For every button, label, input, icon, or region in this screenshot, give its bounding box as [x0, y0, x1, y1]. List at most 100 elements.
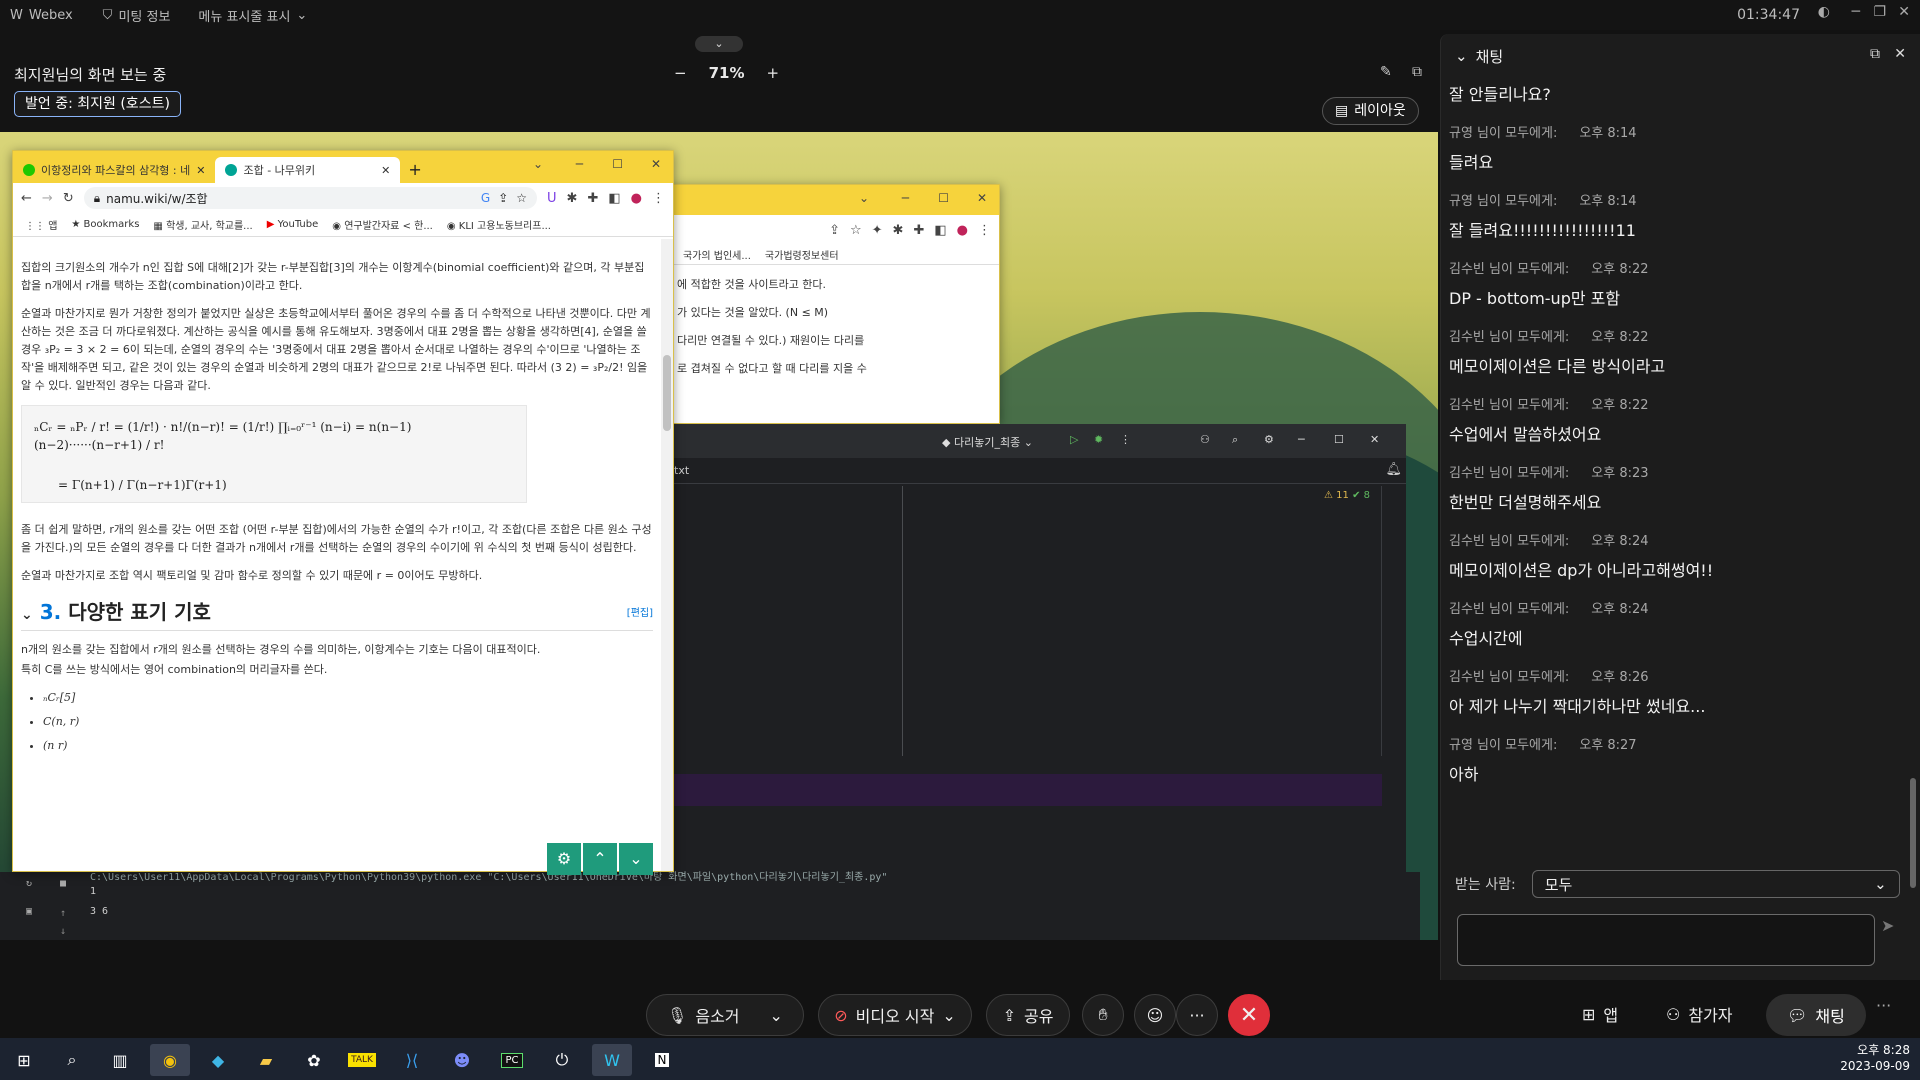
bookmark-item[interactable]: ▶ YouTube [267, 219, 319, 230]
star-icon[interactable]: ☆ [516, 191, 527, 205]
menu-icon[interactable]: ⋮ [978, 223, 991, 238]
popout-icon[interactable]: ⧉ [1870, 46, 1880, 62]
participants-button[interactable]: ⚇ 참가자 [1666, 1002, 1733, 1026]
extension-icon[interactable]: ✱ [893, 223, 904, 238]
minimize-icon[interactable]: ─ [1298, 433, 1305, 446]
add-user-icon[interactable]: ⚇ [1200, 433, 1210, 446]
settings-icon[interactable]: ⚙ [1264, 433, 1274, 446]
extension-icon[interactable]: ✦ [872, 223, 883, 238]
close-icon[interactable]: ✕ [1894, 46, 1906, 62]
scroll-top-icon[interactable]: ⌃ [583, 843, 617, 875]
scrollbar-thumb[interactable] [1910, 778, 1916, 888]
scrollbar-thumb[interactable] [663, 355, 671, 431]
browser-window-front[interactable]: 이항정리와 파스칼의 삼각형 : 네 ✕ 조합 - 나무위키 ✕ + ⌄ ─ ☐… [12, 150, 674, 875]
minimize-icon[interactable]: ─ [1852, 4, 1860, 20]
extension-icon[interactable]: U [547, 191, 557, 206]
reload-icon[interactable]: ↻ [63, 191, 74, 206]
share-icon[interactable]: ⇪ [498, 191, 508, 205]
more-icon[interactable]: ⋮ [1120, 433, 1131, 446]
split-divider[interactable] [902, 486, 903, 756]
pycharm-window[interactable]: ◆ 다리놓기_최종 ⌄ ▷ ✹ ⋮ ⚇ ⌕ ⚙ ─ ☐ ✕ txt ⚠ 11 ✔… [670, 424, 1406, 940]
chat-input[interactable] [1457, 914, 1875, 966]
overflow-icon[interactable]: ··· [1876, 996, 1891, 1015]
restore-icon[interactable]: ❐ [1873, 4, 1886, 20]
close-icon[interactable]: ✕ [651, 157, 661, 171]
close-icon[interactable]: ✕ [1898, 4, 1910, 20]
maximize-icon[interactable]: ☐ [1334, 433, 1344, 446]
search-icon[interactable]: ⌕ [52, 1044, 92, 1076]
minimize-icon[interactable]: ─ [576, 157, 583, 171]
bookmark-item[interactable]: ◉ 연구발간자료 < 한... [332, 217, 433, 232]
maximize-icon[interactable]: ☐ [612, 157, 623, 171]
menu-icon[interactable]: ⋮ [652, 191, 665, 206]
close-icon[interactable]: ✕ [977, 191, 987, 205]
paint-icon[interactable]: ✿ [294, 1044, 334, 1076]
sidepanel-icon[interactable]: ◧ [934, 223, 946, 238]
debug-icon[interactable]: ✹ [1094, 433, 1103, 446]
chevron-down-icon[interactable]: ⌄ [942, 1006, 955, 1025]
apps-button[interactable]: ⊞ 앱 [1582, 1002, 1618, 1026]
chevron-down-icon[interactable]: ⌄ [21, 607, 33, 623]
reactions-button[interactable]: ☺ [1134, 994, 1176, 1036]
code-editor[interactable] [670, 486, 1382, 756]
pycharm-icon[interactable]: PC [492, 1044, 532, 1076]
puzzle-icon[interactable]: ✚ [913, 223, 924, 238]
bird-app-icon[interactable]: ◆ [198, 1044, 238, 1076]
chrome-icon[interactable]: ◉ [150, 1044, 190, 1076]
forward-icon[interactable]: → [42, 191, 53, 206]
bookmark-item[interactable]: ◉ KLI 고용노동브리프... [447, 217, 551, 232]
sidepanel-icon[interactable]: ◧ [608, 191, 620, 206]
puzzle-icon[interactable]: ✚ [587, 191, 598, 206]
mute-button[interactable]: 🎙︎ 음소거 ⌄ [646, 994, 804, 1036]
meeting-info-button[interactable]: ⛉ 미팅 정보 [103, 6, 171, 25]
bookmark-item[interactable]: ★ Bookmarks [71, 219, 139, 230]
discord-icon[interactable]: ☻ [442, 1044, 482, 1076]
minimize-icon[interactable]: ─ [902, 191, 909, 205]
recipient-select[interactable]: 모두 ⌄ [1531, 870, 1900, 898]
stop-icon[interactable]: ■ [60, 878, 66, 889]
google-icon[interactable]: G [481, 191, 490, 205]
windows-start-icon[interactable]: ⊞ [4, 1044, 44, 1076]
chat-button[interactable]: 💬︎ 채팅 [1766, 994, 1866, 1036]
collapse-toolbar-button[interactable]: ⌄ [695, 36, 743, 52]
kakaotalk-icon[interactable]: TALK [342, 1044, 382, 1076]
close-icon[interactable]: ✕ [1370, 433, 1379, 446]
vscode-icon[interactable]: ⟩⟨ [392, 1044, 432, 1076]
layout-button[interactable]: ▤ 레이아웃 [1322, 97, 1419, 125]
power-app-icon[interactable]: ⏻ [542, 1044, 582, 1076]
send-icon[interactable]: ➤ [1881, 916, 1894, 935]
inspection-widget[interactable]: ⚠ 11 ✔ 8 [1324, 490, 1370, 501]
bookmark-item[interactable]: ⋮⋮ 앱 [25, 217, 57, 232]
chevron-down-icon[interactable]: ⌄ [533, 157, 543, 171]
maximize-icon[interactable]: ☐ [938, 191, 949, 205]
profile-avatar[interactable]: ● [631, 191, 642, 206]
system-tray-clock[interactable]: 오후 8:28 2023-09-09 [1840, 1042, 1910, 1074]
chevron-down-icon[interactable]: ⌄ [1455, 47, 1468, 65]
bookmark-item[interactable]: ▦ 학생, 교사, 학교를... [153, 217, 252, 232]
close-tab-icon[interactable]: ✕ [196, 164, 205, 177]
extension-icon[interactable]: ✱ [567, 191, 578, 206]
new-tab-button[interactable]: + [408, 160, 421, 179]
chevron-down-icon[interactable]: ⌄ [859, 191, 869, 205]
scroll-bottom-icon[interactable]: ⌄ [619, 843, 653, 875]
close-tab-icon[interactable]: ✕ [381, 164, 390, 177]
notification-bell-icon[interactable]: 🔔︎ [1385, 462, 1402, 477]
zoom-out-button[interactable]: − [674, 64, 687, 82]
profile-avatar[interactable]: ● [957, 223, 968, 238]
more-options-button[interactable]: ··· [1176, 994, 1218, 1036]
scroll-up-icon[interactable]: ↑ [60, 908, 66, 919]
edit-link[interactable]: [편집] [627, 605, 653, 623]
terminal-icon[interactable]: ▣ [26, 906, 32, 917]
bookmark-item[interactable]: 국가법령정보센터 [765, 247, 839, 262]
back-icon[interactable]: ← [21, 191, 32, 206]
tab-combination[interactable]: 조합 - 나무위키 ✕ [215, 157, 401, 183]
popout-icon[interactable]: ⧉ [1412, 64, 1422, 80]
menu-toggle-button[interactable]: 메뉴 표시줄 표시 ⌄ [198, 6, 307, 25]
chevron-down-icon[interactable]: ⌄ [770, 1006, 783, 1025]
end-call-button[interactable]: ✕ [1228, 994, 1270, 1036]
scroll-down-icon[interactable]: ↓ [60, 926, 66, 937]
run-icon[interactable]: ▷ [1070, 433, 1078, 446]
run-console[interactable]: ↻ ■ ▣ ↑ ↓ C:\Users\User11\AppData\Local\… [0, 872, 1420, 940]
project-selector[interactable]: ◆ 다리놓기_최종 ⌄ [942, 434, 1033, 450]
start-video-button[interactable]: ⊘ 비디오 시작 ⌄ [818, 994, 972, 1036]
